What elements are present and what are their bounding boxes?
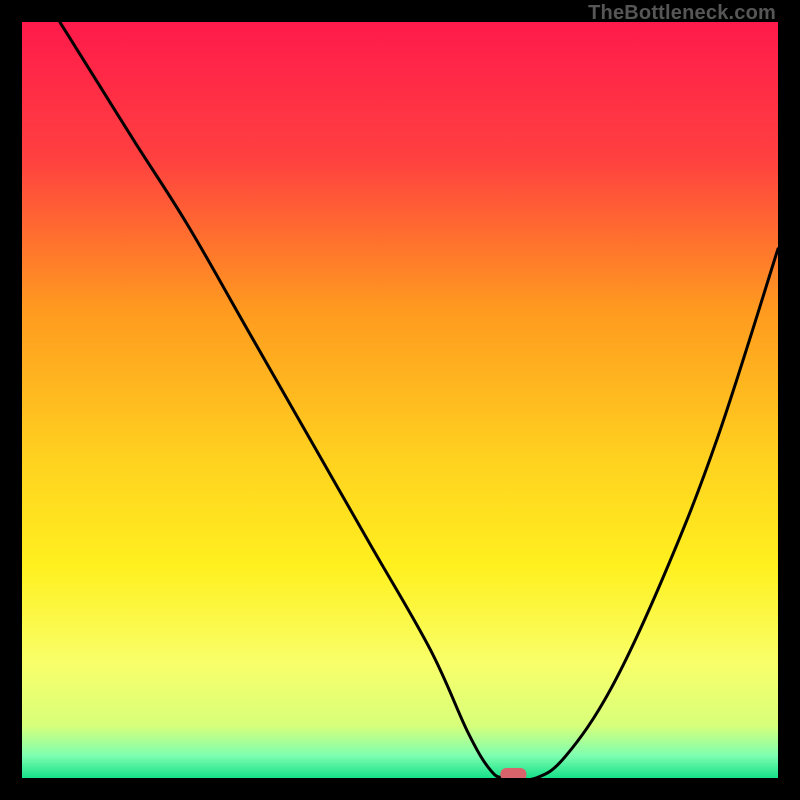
watermark-text: TheBottleneck.com [588,2,776,25]
gradient-background [22,22,778,778]
plot-area [22,22,778,778]
minimum-marker [500,768,526,778]
bottleneck-chart [22,22,778,778]
